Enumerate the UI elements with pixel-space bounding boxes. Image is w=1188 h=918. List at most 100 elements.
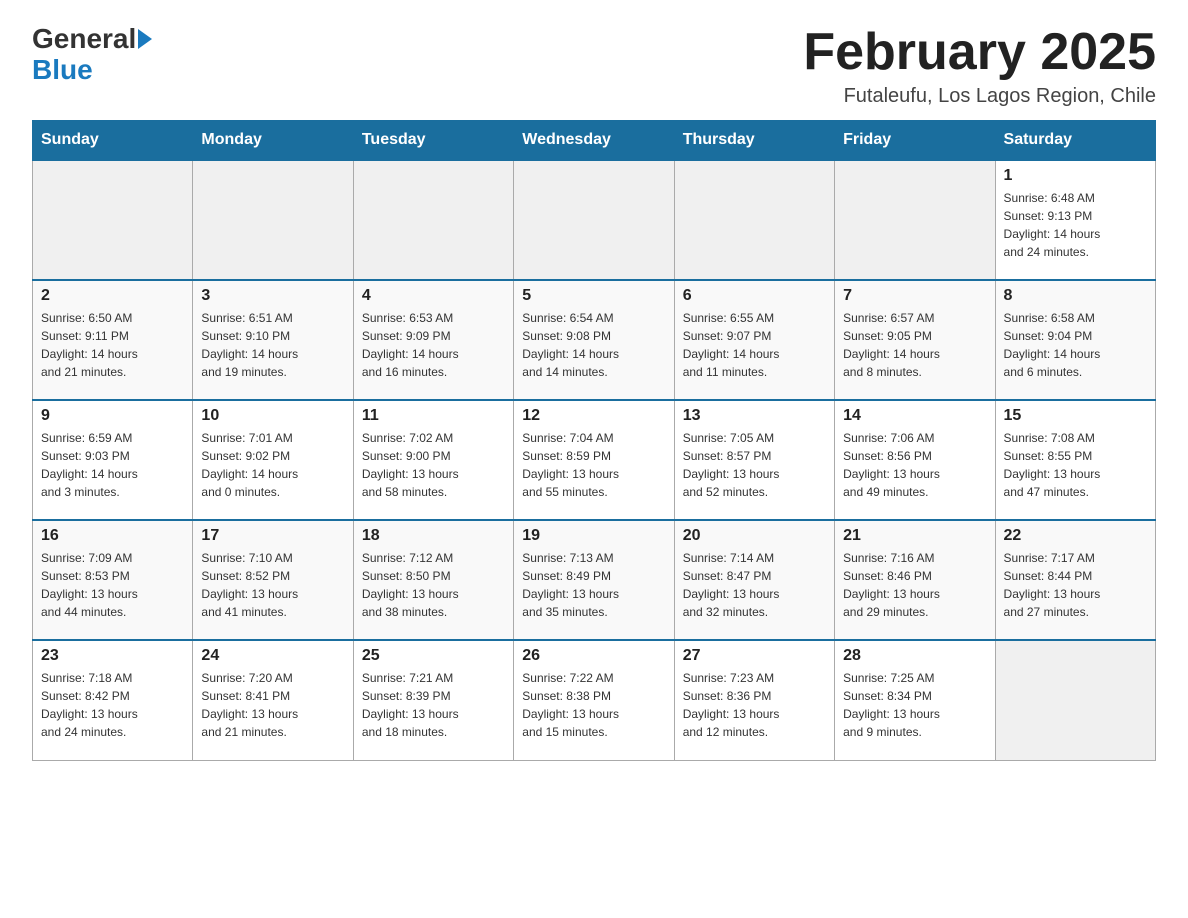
day-number: 21 xyxy=(843,527,986,545)
day-info: Sunrise: 7:04 AM Sunset: 8:59 PM Dayligh… xyxy=(522,429,665,501)
day-number: 25 xyxy=(362,647,505,665)
day-number: 9 xyxy=(41,407,184,425)
calendar-cell: 14 Sunrise: 7:06 AM Sunset: 8:56 PM Dayli… xyxy=(835,400,995,520)
calendar-cell: 7Sunrise: 6:57 AM Sunset: 9:05 PM Daylig… xyxy=(835,280,995,400)
calendar-cell: 17 Sunrise: 7:10 AM Sunset: 8:52 PM Dayli… xyxy=(193,520,353,640)
calendar-cell: 10 Sunrise: 7:01 AM Sunset: 9:02 PM Dayli… xyxy=(193,400,353,520)
calendar-cell: 24 Sunrise: 7:20 AM Sunset: 8:41 PM Dayli… xyxy=(193,640,353,760)
day-number: 16 xyxy=(41,527,184,545)
col-header-sunday: Sunday xyxy=(33,121,193,161)
day-number: 11 xyxy=(362,407,505,425)
day-number: 27 xyxy=(683,647,826,665)
day-number: 8 xyxy=(1004,287,1147,305)
day-info: Sunrise: 7:22 AM Sunset: 8:38 PM Dayligh… xyxy=(522,669,665,741)
day-number: 4 xyxy=(362,287,505,305)
day-number: 24 xyxy=(201,647,344,665)
calendar-cell xyxy=(995,640,1155,760)
day-number: 12 xyxy=(522,407,665,425)
day-number: 13 xyxy=(683,407,826,425)
day-info: Sunrise: 7:20 AM Sunset: 8:41 PM Dayligh… xyxy=(201,669,344,741)
day-info: Sunrise: 7:13 AM Sunset: 8:49 PM Dayligh… xyxy=(522,549,665,621)
col-header-saturday: Saturday xyxy=(995,121,1155,161)
calendar-cell xyxy=(33,160,193,280)
calendar-week-row: 23Sunrise: 7:18 AM Sunset: 8:42 PM Dayli… xyxy=(33,640,1156,760)
col-header-wednesday: Wednesday xyxy=(514,121,674,161)
calendar-cell: 22 Sunrise: 7:17 AM Sunset: 8:44 PM Dayli… xyxy=(995,520,1155,640)
day-number: 28 xyxy=(843,647,986,665)
day-number: 10 xyxy=(201,407,344,425)
calendar-cell: 8 Sunrise: 6:58 AM Sunset: 9:04 PM Daylig… xyxy=(995,280,1155,400)
calendar-cell: 12 Sunrise: 7:04 AM Sunset: 8:59 PM Dayli… xyxy=(514,400,674,520)
day-info: Sunrise: 7:09 AM Sunset: 8:53 PM Dayligh… xyxy=(41,549,184,621)
calendar-cell xyxy=(514,160,674,280)
day-info: Sunrise: 7:08 AM Sunset: 8:55 PM Dayligh… xyxy=(1004,429,1147,501)
day-info: Sunrise: 6:54 AM Sunset: 9:08 PM Dayligh… xyxy=(522,309,665,381)
day-number: 14 xyxy=(843,407,986,425)
col-header-friday: Friday xyxy=(835,121,995,161)
calendar-cell: 18 Sunrise: 7:12 AM Sunset: 8:50 PM Dayli… xyxy=(353,520,513,640)
logo-text: General xyxy=(32,24,152,55)
calendar-cell: 3 Sunrise: 6:51 AM Sunset: 9:10 PM Daylig… xyxy=(193,280,353,400)
day-number: 18 xyxy=(362,527,505,545)
calendar-cell: 5 Sunrise: 6:54 AM Sunset: 9:08 PM Daylig… xyxy=(514,280,674,400)
day-info: Sunrise: 6:53 AM Sunset: 9:09 PM Dayligh… xyxy=(362,309,505,381)
calendar-cell: 2Sunrise: 6:50 AM Sunset: 9:11 PM Daylig… xyxy=(33,280,193,400)
calendar-cell: 11 Sunrise: 7:02 AM Sunset: 9:00 PM Dayli… xyxy=(353,400,513,520)
day-number: 6 xyxy=(683,287,826,305)
day-number: 22 xyxy=(1004,527,1147,545)
day-number: 3 xyxy=(201,287,344,305)
col-header-tuesday: Tuesday xyxy=(353,121,513,161)
month-title: February 2025 xyxy=(803,24,1156,81)
day-info: Sunrise: 6:51 AM Sunset: 9:10 PM Dayligh… xyxy=(201,309,344,381)
day-info: Sunrise: 7:10 AM Sunset: 8:52 PM Dayligh… xyxy=(201,549,344,621)
day-number: 17 xyxy=(201,527,344,545)
calendar-cell: 16 Sunrise: 7:09 AM Sunset: 8:53 PM Dayli… xyxy=(33,520,193,640)
day-info: Sunrise: 7:16 AM Sunset: 8:46 PM Dayligh… xyxy=(843,549,986,621)
calendar-cell xyxy=(674,160,834,280)
col-header-monday: Monday xyxy=(193,121,353,161)
col-header-thursday: Thursday xyxy=(674,121,834,161)
calendar-cell: 19 Sunrise: 7:13 AM Sunset: 8:49 PM Dayli… xyxy=(514,520,674,640)
day-number: 1 xyxy=(1004,167,1147,185)
day-number: 19 xyxy=(522,527,665,545)
day-info: Sunrise: 7:17 AM Sunset: 8:44 PM Dayligh… xyxy=(1004,549,1147,621)
calendar-cell: 20Sunrise: 7:14 AM Sunset: 8:47 PM Dayli… xyxy=(674,520,834,640)
day-number: 26 xyxy=(522,647,665,665)
calendar-header-row: SundayMondayTuesdayWednesdayThursdayFrid… xyxy=(33,121,1156,161)
calendar-week-row: 2Sunrise: 6:50 AM Sunset: 9:11 PM Daylig… xyxy=(33,280,1156,400)
day-number: 23 xyxy=(41,647,184,665)
calendar-cell: 13 Sunrise: 7:05 AM Sunset: 8:57 PM Dayli… xyxy=(674,400,834,520)
calendar-week-row: 9 Sunrise: 6:59 AM Sunset: 9:03 PM Daylig… xyxy=(33,400,1156,520)
day-info: Sunrise: 6:58 AM Sunset: 9:04 PM Dayligh… xyxy=(1004,309,1147,381)
calendar-cell: 9 Sunrise: 6:59 AM Sunset: 9:03 PM Daylig… xyxy=(33,400,193,520)
calendar-cell xyxy=(353,160,513,280)
calendar-cell xyxy=(193,160,353,280)
day-info: Sunrise: 7:05 AM Sunset: 8:57 PM Dayligh… xyxy=(683,429,826,501)
day-info: Sunrise: 7:06 AM Sunset: 8:56 PM Dayligh… xyxy=(843,429,986,501)
calendar-cell: 23Sunrise: 7:18 AM Sunset: 8:42 PM Dayli… xyxy=(33,640,193,760)
logo: General Blue xyxy=(32,24,152,86)
day-info: Sunrise: 7:01 AM Sunset: 9:02 PM Dayligh… xyxy=(201,429,344,501)
day-info: Sunrise: 7:12 AM Sunset: 8:50 PM Dayligh… xyxy=(362,549,505,621)
location: Futaleufu, Los Lagos Region, Chile xyxy=(803,85,1156,108)
calendar-cell: 28 Sunrise: 7:25 AM Sunset: 8:34 PM Dayli… xyxy=(835,640,995,760)
day-info: Sunrise: 7:21 AM Sunset: 8:39 PM Dayligh… xyxy=(362,669,505,741)
day-number: 2 xyxy=(41,287,184,305)
calendar-cell: 15Sunrise: 7:08 AM Sunset: 8:55 PM Dayli… xyxy=(995,400,1155,520)
calendar-cell: 26 Sunrise: 7:22 AM Sunset: 8:38 PM Dayli… xyxy=(514,640,674,760)
day-info: Sunrise: 7:23 AM Sunset: 8:36 PM Dayligh… xyxy=(683,669,826,741)
calendar-cell: 27 Sunrise: 7:23 AM Sunset: 8:36 PM Dayli… xyxy=(674,640,834,760)
day-info: Sunrise: 6:57 AM Sunset: 9:05 PM Dayligh… xyxy=(843,309,986,381)
logo-subtext: Blue xyxy=(32,55,93,86)
day-number: 20 xyxy=(683,527,826,545)
calendar-cell: 21 Sunrise: 7:16 AM Sunset: 8:46 PM Dayli… xyxy=(835,520,995,640)
day-info: Sunrise: 7:25 AM Sunset: 8:34 PM Dayligh… xyxy=(843,669,986,741)
page-header: General Blue February 2025 Futaleufu, Lo… xyxy=(32,24,1156,108)
day-info: Sunrise: 6:55 AM Sunset: 9:07 PM Dayligh… xyxy=(683,309,826,381)
day-info: Sunrise: 6:59 AM Sunset: 9:03 PM Dayligh… xyxy=(41,429,184,501)
day-number: 5 xyxy=(522,287,665,305)
calendar-cell: 4 Sunrise: 6:53 AM Sunset: 9:09 PM Daylig… xyxy=(353,280,513,400)
day-info: Sunrise: 7:02 AM Sunset: 9:00 PM Dayligh… xyxy=(362,429,505,501)
calendar-cell: 1Sunrise: 6:48 AM Sunset: 9:13 PM Daylig… xyxy=(995,160,1155,280)
calendar-week-row: 16 Sunrise: 7:09 AM Sunset: 8:53 PM Dayli… xyxy=(33,520,1156,640)
